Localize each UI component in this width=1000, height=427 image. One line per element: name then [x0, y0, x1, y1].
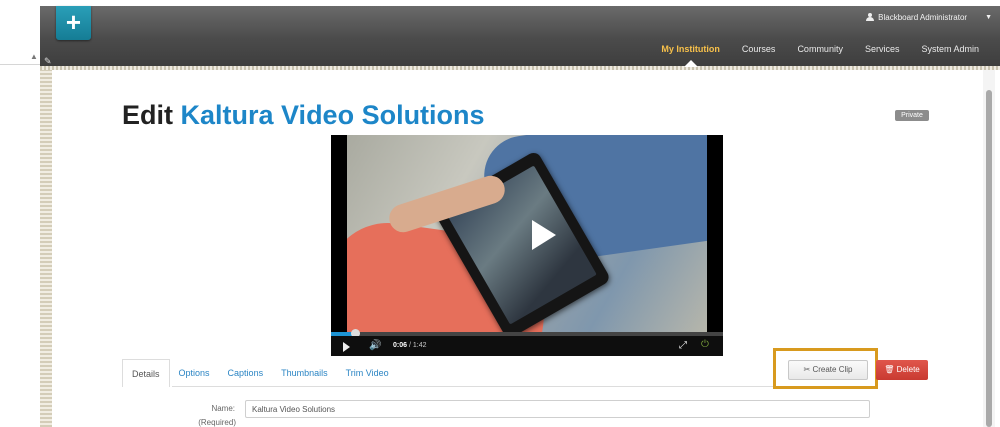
page-title-name: Kaltura Video Solutions: [180, 100, 485, 130]
user-name: Blackboard Administrator: [878, 12, 968, 22]
nav-system-admin[interactable]: System Admin: [910, 44, 990, 54]
page-title-prefix: Edit: [122, 100, 173, 130]
current-time: 0:06: [393, 342, 408, 349]
divider: [0, 64, 40, 65]
content-frame-border: [40, 70, 52, 427]
tab-details[interactable]: Details: [122, 359, 170, 387]
required-label: (Required): [198, 418, 236, 427]
collapse-arrow-icon[interactable]: ▲: [30, 52, 38, 61]
edit-mode-icon[interactable]: ✎: [44, 56, 52, 67]
scissors-icon: ✂: [803, 365, 811, 374]
delete-button[interactable]: 🗑 Delete: [876, 360, 928, 380]
main-nav: My Institution Courses Community Service…: [650, 44, 990, 67]
page: ▲ + ✎ Blackboard Administrator ▼ My Inst…: [0, 0, 1000, 427]
time-display: 0:06 / 1:42: [393, 342, 427, 349]
trash-icon: 🗑: [884, 365, 895, 374]
fullscreen-icon[interactable]: ⤢: [679, 340, 687, 351]
create-clip-button[interactable]: ✂ Create Clip: [788, 360, 868, 380]
create-clip-label: Create Clip: [812, 365, 853, 374]
tab-options[interactable]: Options: [170, 359, 219, 387]
private-badge: Private: [895, 110, 929, 121]
user-icon: [866, 13, 875, 21]
tab-bar: Details Options Captions Thumbnails Trim…: [122, 359, 398, 387]
player-controls: 🔊 0:06 / 1:42 ⤢ ⏻: [331, 336, 723, 356]
chevron-down-icon[interactable]: ▼: [985, 14, 992, 21]
user-menu[interactable]: Blackboard Administrator ▼: [866, 10, 992, 24]
play-icon[interactable]: [343, 342, 350, 352]
name-label: Name:: [211, 404, 235, 413]
plus-icon: +: [65, 7, 82, 37]
nav-services[interactable]: Services: [854, 44, 911, 54]
nav-my-institution[interactable]: My Institution: [650, 44, 731, 67]
kaltura-logo-icon[interactable]: ⏻: [701, 339, 709, 350]
duration: 1:42: [412, 342, 427, 349]
delete-label: Delete: [896, 365, 920, 374]
scrollbar-thumb[interactable]: [986, 90, 992, 427]
tab-trim-video[interactable]: Trim Video: [337, 359, 398, 387]
tab-captions[interactable]: Captions: [219, 359, 273, 387]
video-frame[interactable]: [347, 135, 707, 332]
play-overlay-icon[interactable]: [532, 220, 556, 250]
tab-divider: [172, 386, 872, 387]
header-border: [40, 66, 1000, 70]
add-module-button[interactable]: +: [56, 6, 91, 40]
volume-icon[interactable]: 🔊: [369, 340, 381, 351]
name-field[interactable]: [245, 400, 870, 418]
video-player[interactable]: 🔊 0:06 / 1:42 ⤢ ⏻: [331, 135, 723, 356]
top-navigation-bar: [40, 6, 1000, 66]
left-gutter: ▲: [0, 0, 40, 427]
tab-thumbnails[interactable]: Thumbnails: [272, 359, 337, 387]
page-title: Edit Kaltura Video Solutions: [122, 100, 485, 131]
nav-courses[interactable]: Courses: [731, 44, 787, 54]
nav-community[interactable]: Community: [786, 44, 854, 54]
